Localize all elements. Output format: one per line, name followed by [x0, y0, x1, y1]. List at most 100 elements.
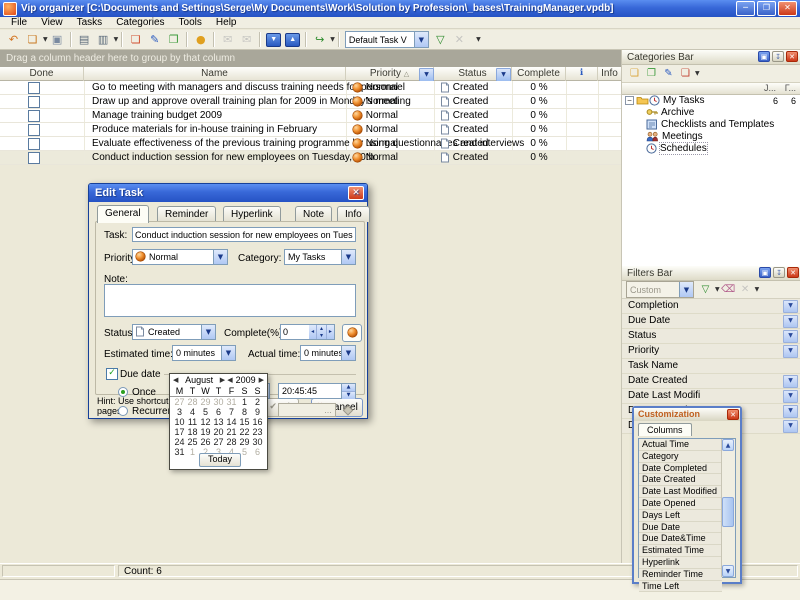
calendar-day[interactable]: 1	[186, 447, 199, 457]
task-checkbox[interactable]	[28, 96, 40, 108]
filter-row-date-created[interactable]: Date Created▼	[622, 374, 800, 389]
task-row[interactable]: Conduct induction session for new employ…	[0, 151, 621, 165]
category-item-checklists-and-templates[interactable]: Checklists and Templates	[622, 119, 800, 131]
spin-right-icon[interactable]: ▸	[327, 325, 334, 339]
calendar-day[interactable]: 27	[212, 437, 225, 447]
prev-year-icon[interactable]: ◀	[226, 376, 233, 384]
calendar-day[interactable]: 28	[225, 437, 238, 447]
calendar-day[interactable]: 21	[225, 427, 238, 437]
category-item-schedules[interactable]: Schedules	[622, 143, 800, 155]
filter-row-priority[interactable]: Priority▼	[622, 344, 800, 359]
calendar-day[interactable]: 1	[238, 397, 251, 407]
tab-info[interactable]: Info	[337, 206, 370, 222]
view-tasks-button[interactable]: ●	[191, 31, 210, 48]
calendar-day[interactable]: 6	[212, 407, 225, 417]
task-checkbox[interactable]	[28, 138, 40, 150]
tab-reminder[interactable]: Reminder	[157, 206, 216, 222]
due-date-checkbox[interactable]: ✓	[106, 368, 118, 380]
menu-tools[interactable]: Tools	[172, 17, 209, 28]
complete-ball-button[interactable]	[342, 324, 362, 342]
calendar-day[interactable]: 4	[186, 407, 199, 417]
calendar-day[interactable]: 13	[212, 417, 225, 427]
column-header-done[interactable]: Done	[0, 67, 84, 81]
filter-chevron-icon[interactable]: ▼	[783, 390, 798, 403]
calendar-day[interactable]: 29	[199, 397, 212, 407]
restore-button[interactable]: ❐	[757, 1, 776, 16]
note-textarea[interactable]	[104, 284, 356, 317]
filter-row-due-date[interactable]: Due Date▼	[622, 314, 800, 329]
calendar-day[interactable]: 22	[238, 427, 251, 437]
new-item-button[interactable]: ❏	[23, 31, 42, 48]
menu-view[interactable]: View	[34, 17, 70, 28]
categories-window-icon[interactable]: ▣	[758, 51, 770, 62]
calendar-day[interactable]: 19	[199, 427, 212, 437]
filters-close-icon[interactable]: ✕	[787, 267, 799, 278]
calendar-day[interactable]: 17	[173, 427, 186, 437]
filter-preset-combo[interactable]: Custom ▼	[626, 281, 694, 298]
filter-row-status[interactable]: Status▼	[622, 329, 800, 344]
task-checkbox[interactable]	[28, 110, 40, 122]
calendar-day[interactable]: 6	[251, 447, 264, 457]
move-up-button[interactable]: ▲	[283, 31, 302, 48]
duplicate-task-button[interactable]: ❐	[164, 31, 183, 48]
calendar-day[interactable]: 20	[212, 427, 225, 437]
calendar-day[interactable]: 8	[238, 407, 251, 417]
calendar-day[interactable]: 5	[199, 407, 212, 417]
column-item-actual-time[interactable]: Actual Time	[639, 439, 722, 451]
category-combo[interactable]: My Tasks ▼	[284, 249, 356, 265]
tab-general[interactable]: General	[97, 205, 149, 223]
filters-window-icon[interactable]: ▣	[759, 267, 771, 278]
status-filter-button[interactable]: ▼	[496, 68, 511, 82]
calendar-day[interactable]: 3	[173, 407, 186, 417]
calendar-day[interactable]: 30	[212, 397, 225, 407]
column-item-date-opened[interactable]: Date Opened	[639, 498, 722, 510]
calendar-day[interactable]: 27	[173, 397, 186, 407]
column-header-complete[interactable]: Complete	[512, 67, 566, 81]
calendar-day[interactable]: 7	[225, 407, 238, 417]
menu-help[interactable]: Help	[209, 17, 244, 28]
filter-chevron-icon[interactable]: ▼	[783, 345, 798, 358]
column-header-info[interactable]: Info	[598, 67, 621, 81]
task-row[interactable]: Manage training budget 2009 Normal Creat…	[0, 109, 621, 123]
print-button[interactable]: ▤	[75, 31, 94, 48]
task-checkbox[interactable]	[28, 82, 40, 94]
next-year-icon[interactable]: ▶	[258, 376, 265, 384]
task-checkbox[interactable]	[28, 152, 40, 164]
status-combo[interactable]: Created ▼	[132, 324, 216, 340]
column-item-due-date[interactable]: Due Date	[639, 522, 722, 534]
filter-chevron-icon[interactable]: ▼	[783, 420, 798, 433]
collapse-icon[interactable]: −	[625, 96, 634, 105]
clear-view-button[interactable]: ✕	[450, 31, 469, 48]
priority-filter-button[interactable]: ▼	[419, 68, 434, 82]
toolbar-overflow-button[interactable]: ▼	[469, 31, 488, 48]
calendar-day[interactable]: 14	[225, 417, 238, 427]
apply-view-button[interactable]: ▽	[431, 31, 450, 48]
task-row[interactable]: Draw up and approve overall training pla…	[0, 95, 621, 109]
filter-row-task-name[interactable]: Task Name	[622, 359, 800, 374]
save-button[interactable]: ▣	[48, 31, 67, 48]
filter-chevron-icon[interactable]: ▼	[783, 405, 798, 418]
edit-category-button[interactable]: ✎	[660, 66, 677, 81]
spin-left-icon[interactable]: ◂	[309, 325, 316, 339]
clear-filter-button[interactable]: ⌫	[720, 282, 737, 297]
task-row[interactable]: Go to meeting with managers and discuss …	[0, 81, 621, 95]
add-subcategory-button[interactable]: ❐	[643, 66, 660, 81]
task-checkbox[interactable]	[28, 124, 40, 136]
task-row[interactable]: Evaluate effectiveness of the previous t…	[0, 137, 621, 151]
task-name-input[interactable]	[132, 227, 356, 242]
filter-chevron-icon[interactable]: ▼	[783, 300, 798, 313]
edit-task-button[interactable]: ✎	[145, 31, 164, 48]
dialog-close-icon[interactable]: ✕	[348, 186, 364, 200]
once-radio[interactable]	[118, 387, 128, 397]
scroll-down-icon[interactable]: ▼	[722, 565, 734, 577]
minimize-button[interactable]: ─	[736, 1, 755, 16]
tab-hyperlink[interactable]: Hyperlink	[223, 206, 281, 222]
column-item-time-left[interactable]: Time Left	[639, 581, 722, 593]
calendar-day[interactable]: 16	[251, 417, 264, 427]
calendar-day[interactable]: 12	[199, 417, 212, 427]
task-row[interactable]: Produce materials for in-house training …	[0, 123, 621, 137]
priority-combo[interactable]: Normal ▼	[132, 249, 228, 265]
tab-note[interactable]: Note	[295, 206, 332, 222]
scrollbar-thumb[interactable]	[722, 497, 734, 527]
calendar-day[interactable]: 26	[199, 437, 212, 447]
